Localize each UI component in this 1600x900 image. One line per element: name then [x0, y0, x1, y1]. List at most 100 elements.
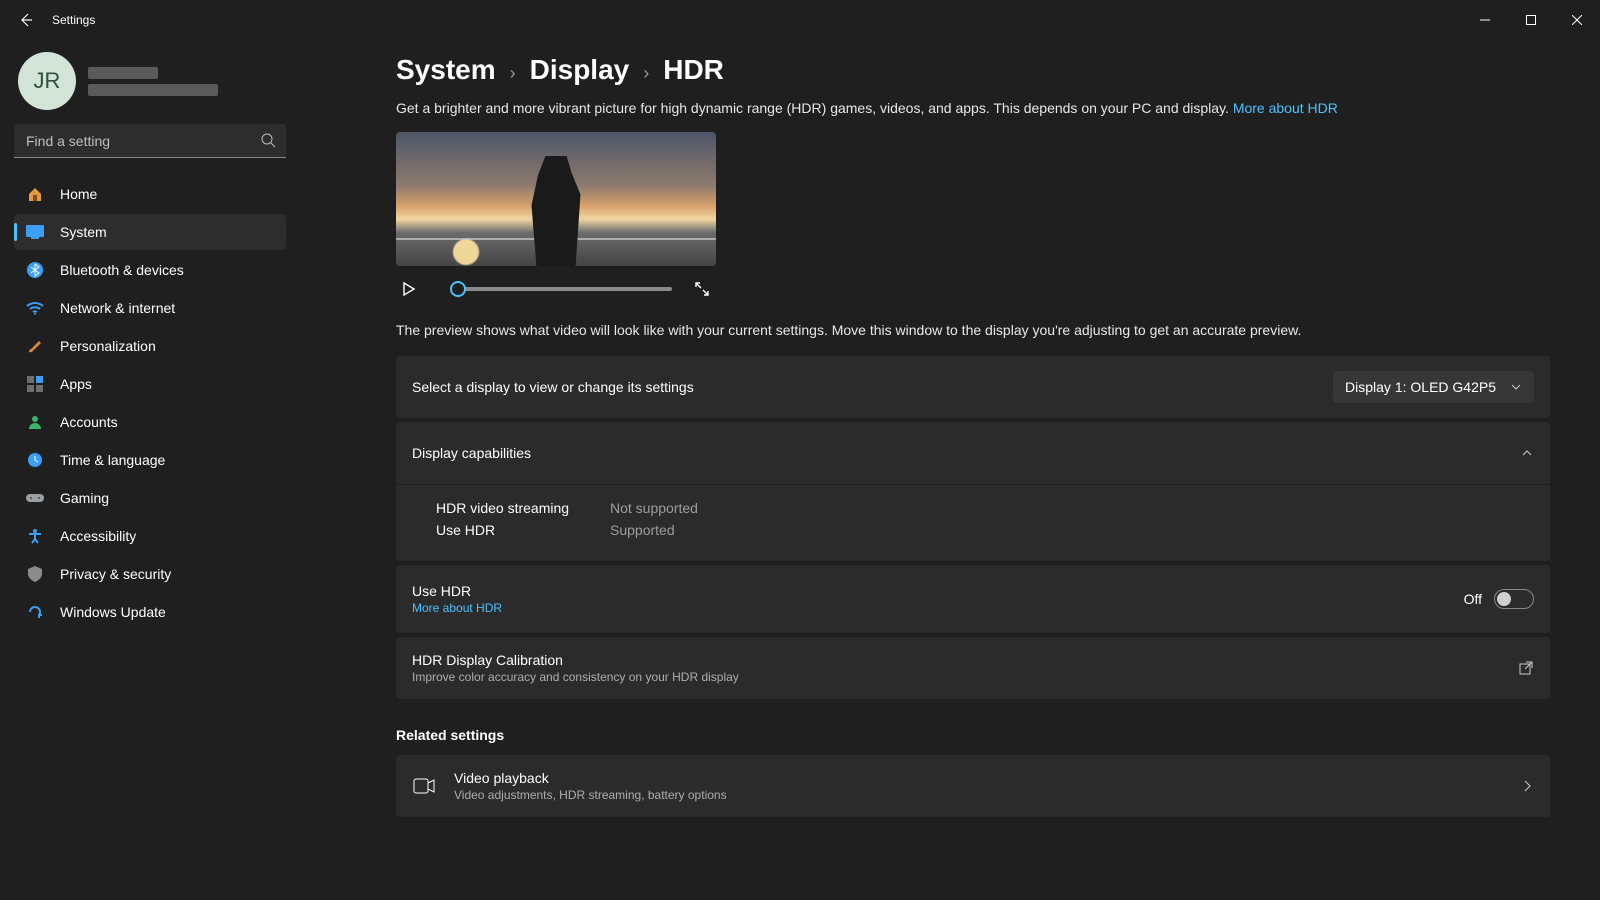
shield-icon	[26, 566, 44, 582]
video-playback-sub: Video adjustments, HDR streaming, batter…	[454, 788, 727, 802]
intro-body: Get a brighter and more vibrant picture …	[396, 100, 1233, 116]
use-hdr-link[interactable]: More about HDR	[412, 601, 502, 615]
calibration-title: HDR Display Calibration	[412, 652, 739, 668]
nav-update[interactable]: Windows Update	[14, 594, 286, 630]
chevron-right-icon	[1520, 779, 1534, 793]
clock-icon	[26, 452, 44, 468]
home-icon	[26, 186, 44, 202]
nav-label: Accounts	[60, 414, 118, 430]
nav-time[interactable]: Time & language	[14, 442, 286, 478]
capabilities-title: Display capabilities	[412, 445, 531, 461]
display-dropdown-value: Display 1: OLED G42P5	[1345, 379, 1496, 395]
capability-val: Not supported	[610, 500, 698, 516]
seek-slider[interactable]	[450, 287, 672, 291]
avatar: JR	[18, 52, 76, 110]
user-block[interactable]: JR	[14, 52, 286, 110]
nav-accounts[interactable]: Accounts	[14, 404, 286, 440]
capability-val: Supported	[610, 522, 675, 538]
accessibility-icon	[26, 528, 44, 544]
main-content: System › Display › HDR Get a brighter an…	[300, 40, 1600, 900]
nav-gaming[interactable]: Gaming	[14, 480, 286, 516]
close-button[interactable]	[1554, 0, 1600, 40]
window-controls	[1462, 0, 1600, 40]
breadcrumb-current: HDR	[663, 54, 724, 86]
video-playback-card[interactable]: Video playback Video adjustments, HDR st…	[396, 755, 1550, 817]
breadcrumb-system[interactable]: System	[396, 54, 496, 86]
fullscreen-button[interactable]	[694, 281, 710, 297]
wifi-icon	[26, 301, 44, 315]
display-capabilities-card: Display capabilities HDR video streaming…	[396, 422, 1550, 561]
display-dropdown[interactable]: Display 1: OLED G42P5	[1333, 371, 1534, 403]
nav-system[interactable]: System	[14, 214, 286, 250]
avatar-initials: JR	[34, 68, 61, 94]
search-box[interactable]	[14, 124, 286, 158]
titlebar: Settings	[0, 0, 1600, 40]
nav-label: System	[60, 224, 107, 240]
nav-personalization[interactable]: Personalization	[14, 328, 286, 364]
system-icon	[26, 225, 44, 239]
search-input[interactable]	[14, 124, 286, 158]
person-icon	[26, 414, 44, 430]
play-button[interactable]	[402, 280, 420, 298]
nav-label: Gaming	[60, 490, 109, 506]
capability-key: HDR video streaming	[436, 500, 586, 516]
nav-bluetooth[interactable]: Bluetooth & devices	[14, 252, 286, 288]
intro-text: Get a brighter and more vibrant picture …	[396, 100, 1550, 116]
brush-icon	[26, 338, 44, 354]
nav-label: Time & language	[60, 452, 165, 468]
maximize-button[interactable]	[1508, 0, 1554, 40]
nav-network[interactable]: Network & internet	[14, 290, 286, 326]
update-icon	[26, 604, 44, 620]
more-about-hdr-link[interactable]: More about HDR	[1233, 100, 1338, 116]
chevron-right-icon: ›	[643, 63, 649, 84]
nav-label: Bluetooth & devices	[60, 262, 184, 278]
video-icon	[412, 778, 436, 794]
nav-privacy[interactable]: Privacy & security	[14, 556, 286, 592]
nav-label: Network & internet	[60, 300, 175, 316]
breadcrumb-display[interactable]: Display	[530, 54, 630, 86]
search-icon	[260, 132, 276, 148]
bluetooth-icon	[26, 262, 44, 278]
nav: Home System Bluetooth & devices Network …	[14, 176, 286, 630]
related-settings-heading: Related settings	[396, 727, 1550, 743]
use-hdr-toggle[interactable]: Off	[1464, 589, 1534, 609]
capability-key: Use HDR	[436, 522, 586, 538]
preview-caption: The preview shows what video will look l…	[396, 322, 1550, 338]
capability-row: HDR video streaming Not supported	[436, 497, 1534, 519]
minimize-button[interactable]	[1462, 0, 1508, 40]
nav-label: Accessibility	[60, 528, 136, 544]
capabilities-header[interactable]: Display capabilities	[396, 422, 1550, 484]
nav-label: Apps	[60, 376, 92, 392]
gamepad-icon	[26, 492, 44, 504]
redacted-email	[88, 84, 218, 96]
calibration-sub: Improve color accuracy and consistency o…	[412, 670, 739, 684]
nav-apps[interactable]: Apps	[14, 366, 286, 402]
select-display-card: Select a display to view or change its s…	[396, 356, 1550, 418]
seek-thumb[interactable]	[450, 281, 466, 297]
nav-home[interactable]: Home	[14, 176, 286, 212]
toggle-state: Off	[1464, 591, 1482, 607]
back-button[interactable]	[8, 12, 44, 28]
video-playback-title: Video playback	[454, 770, 727, 786]
open-external-icon	[1518, 660, 1534, 676]
nav-accessibility[interactable]: Accessibility	[14, 518, 286, 554]
nav-label: Personalization	[60, 338, 156, 354]
toggle-switch[interactable]	[1494, 589, 1534, 609]
apps-icon	[26, 376, 44, 392]
nav-label: Home	[60, 186, 97, 202]
preview-player	[396, 266, 716, 302]
chevron-up-icon	[1520, 446, 1534, 460]
redacted-name	[88, 67, 158, 79]
capabilities-body: HDR video streaming Not supported Use HDR…	[396, 485, 1550, 561]
app-title: Settings	[52, 13, 95, 27]
user-name	[88, 67, 218, 96]
chevron-down-icon	[1510, 381, 1522, 393]
nav-label: Windows Update	[60, 604, 166, 620]
breadcrumb: System › Display › HDR	[396, 54, 1550, 86]
use-hdr-title: Use HDR	[412, 583, 502, 599]
use-hdr-card: Use HDR More about HDR Off	[396, 565, 1550, 633]
capability-row: Use HDR Supported	[436, 519, 1534, 541]
chevron-right-icon: ›	[510, 63, 516, 84]
hdr-calibration-card[interactable]: HDR Display Calibration Improve color ac…	[396, 637, 1550, 699]
nav-label: Privacy & security	[60, 566, 171, 582]
